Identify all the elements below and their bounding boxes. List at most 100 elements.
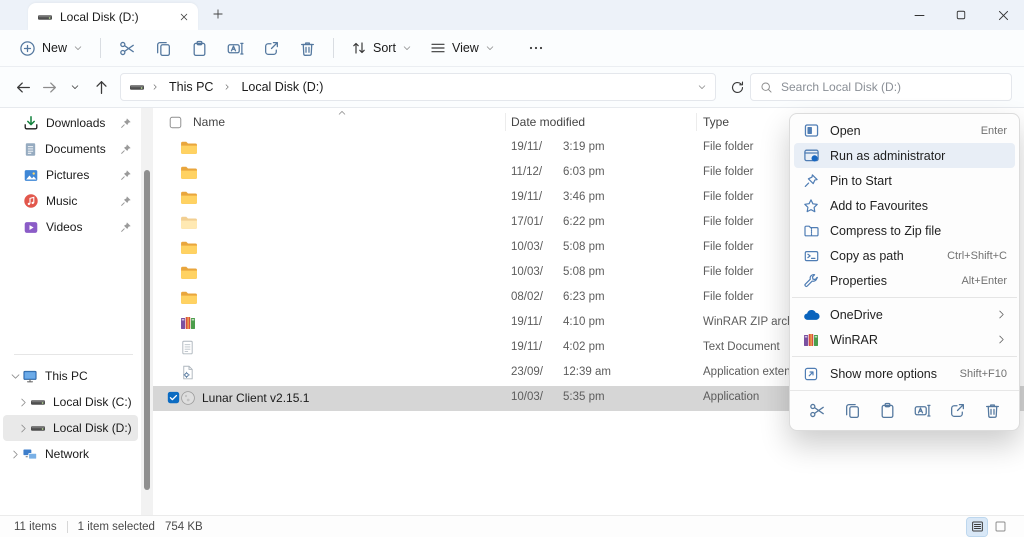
sidebar-item-network[interactable]: Network: [3, 441, 138, 467]
share-button[interactable]: [946, 399, 968, 421]
toolbar-divider: [333, 38, 334, 58]
file-name: Lunar Client v2.15.1: [202, 391, 309, 405]
folder-icon: [180, 290, 197, 305]
sort-button-label: Sort: [373, 41, 396, 55]
new-plus-icon: [19, 40, 36, 57]
details-view-button[interactable]: [967, 518, 987, 536]
share-button[interactable]: [253, 34, 289, 62]
explorer-tab[interactable]: Local Disk (D:): [28, 3, 198, 30]
tab-close-icon[interactable]: [179, 12, 189, 22]
sidebar-item-local-disk-c[interactable]: Local Disk (C:): [3, 389, 138, 415]
chevron-down-icon: [485, 43, 495, 53]
chevron-right-icon[interactable]: [16, 423, 30, 434]
select-all-checkbox[interactable]: [169, 116, 182, 129]
column-divider[interactable]: [505, 113, 506, 131]
sidebar-item-local-disk-d[interactable]: Local Disk (D:): [3, 415, 138, 441]
icons-view-button[interactable]: [990, 518, 1010, 536]
maximize-button[interactable]: [940, 0, 982, 30]
close-button[interactable]: [982, 0, 1024, 30]
delete-button[interactable]: [981, 399, 1003, 421]
up-button[interactable]: [88, 74, 114, 100]
copy-button[interactable]: [841, 399, 863, 421]
address-dropdown-icon[interactable]: [697, 82, 707, 92]
menu-item-properties[interactable]: PropertiesAlt+Enter: [794, 268, 1015, 293]
paste-button[interactable]: [876, 399, 898, 421]
chevron-down-icon[interactable]: [8, 371, 22, 382]
rename-button[interactable]: [217, 34, 253, 62]
menu-item-add-to-favourites[interactable]: Add to Favourites: [794, 193, 1015, 218]
view-button-label: View: [452, 41, 479, 55]
sidebar-item-music[interactable]: Music: [3, 188, 138, 214]
showmore-icon: [803, 366, 821, 382]
see-more-button[interactable]: [518, 34, 554, 62]
sidebar-item-label: Music: [46, 194, 120, 208]
back-button[interactable]: [10, 74, 36, 100]
file-date-modified: 19/11/: [511, 141, 542, 153]
pin-icon: [120, 195, 132, 207]
file-time-modified: 4:02 pm: [563, 341, 605, 353]
view-button[interactable]: View: [421, 34, 504, 62]
menu-item-label: Compress to Zip file: [830, 224, 1007, 238]
sidebar-item-label: Local Disk (D:): [53, 421, 132, 435]
forward-button[interactable]: [36, 74, 62, 100]
new-button[interactable]: New: [10, 34, 92, 62]
column-divider[interactable]: [696, 113, 697, 131]
file-date-modified: 10/03/: [511, 241, 543, 253]
winrar-icon: [803, 332, 821, 348]
menu-item-winrar[interactable]: WinRAR: [794, 327, 1015, 352]
menu-item-open[interactable]: OpenEnter: [794, 118, 1015, 143]
menu-shortcut: Enter: [981, 125, 1007, 137]
minimize-button[interactable]: [898, 0, 940, 30]
checkbox-checked-icon[interactable]: [167, 391, 180, 404]
delete-button[interactable]: [289, 34, 325, 62]
sidebar-item-documents[interactable]: Documents: [3, 136, 138, 162]
sidebar-scrollbar[interactable]: [141, 108, 153, 515]
drive-icon: [37, 9, 53, 25]
chevron-right-icon[interactable]: [16, 397, 30, 408]
file-date-modified: 10/03/: [511, 391, 543, 403]
sort-button[interactable]: Sort: [342, 34, 421, 62]
copy-button[interactable]: [145, 34, 181, 62]
new-tab-button[interactable]: [212, 8, 224, 20]
items-count: 11 items: [14, 521, 57, 533]
file-type: File folder: [703, 166, 754, 178]
search-input[interactable]: [781, 80, 1002, 94]
menu-item-label: Open: [830, 124, 981, 138]
pin-icon: [120, 221, 132, 233]
file-time-modified: 6:23 pm: [563, 291, 605, 303]
cut-button[interactable]: [806, 399, 828, 421]
sidebar-item-downloads[interactable]: Downloads: [3, 110, 138, 136]
breadcrumb-local-disk-d[interactable]: Local Disk (D:): [237, 78, 327, 96]
chevron-right-icon[interactable]: [8, 449, 22, 460]
menu-item-show-more-options[interactable]: Show more optionsShift+F10: [794, 361, 1015, 386]
menu-item-compress-to-zip-file[interactable]: Compress to Zip file: [794, 218, 1015, 243]
menu-item-onedrive[interactable]: OneDrive: [794, 302, 1015, 327]
address-bar[interactable]: This PC Local Disk (D:): [120, 73, 716, 101]
new-button-label: New: [42, 41, 67, 55]
sidebar-item-pictures[interactable]: Pictures: [3, 162, 138, 188]
cut-button[interactable]: [109, 34, 145, 62]
breadcrumb-this-pc[interactable]: This PC: [165, 78, 217, 96]
paste-button[interactable]: [181, 34, 217, 62]
submenu-chevron-icon: [996, 334, 1007, 345]
sidebar-item-label: Local Disk (C:): [53, 395, 132, 409]
folder-icon: [180, 240, 197, 255]
view-lines-icon: [430, 40, 446, 56]
column-type[interactable]: Type: [703, 115, 729, 129]
column-name[interactable]: Name: [193, 115, 225, 129]
wrench-icon: [803, 273, 821, 289]
menu-item-label: Properties: [830, 274, 961, 288]
menu-item-run-as-administrator[interactable]: Run as administrator: [794, 143, 1015, 168]
sidebar-item-this-pc[interactable]: This PC: [3, 363, 138, 389]
rename-button[interactable]: [911, 399, 933, 421]
onedrive-icon: [803, 308, 821, 321]
star-icon: [803, 198, 821, 214]
sidebar-item-videos[interactable]: Videos: [3, 214, 138, 240]
menu-item-copy-as-path[interactable]: Copy as pathCtrl+Shift+C: [794, 243, 1015, 268]
scrollbar-thumb[interactable]: [144, 170, 150, 490]
history-chevron-button[interactable]: [62, 74, 88, 100]
column-date-modified[interactable]: Date modified: [511, 115, 585, 129]
refresh-button[interactable]: [724, 74, 750, 100]
status-divider: [67, 521, 68, 533]
menu-item-pin-to-start[interactable]: Pin to Start: [794, 168, 1015, 193]
